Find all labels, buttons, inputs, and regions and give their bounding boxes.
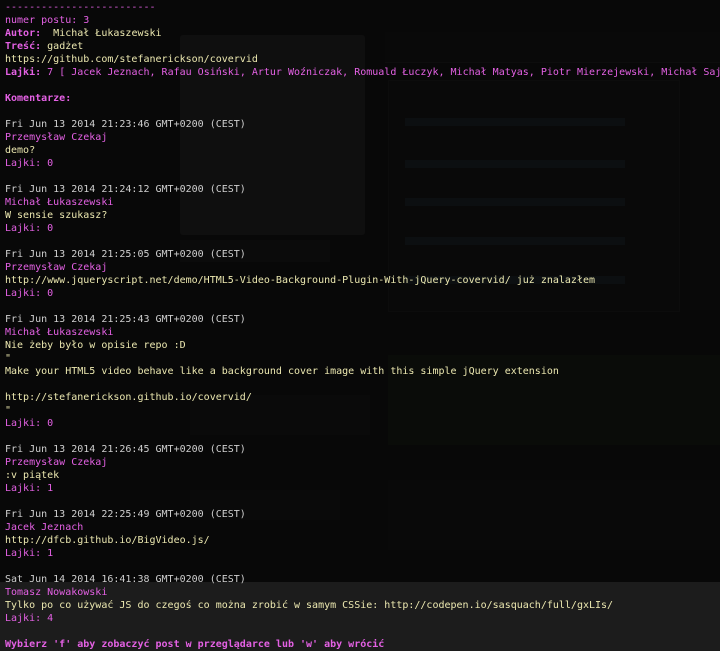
comment-date: Fri Jun 13 2014 21:26:45 GMT+0200 (CEST): [5, 444, 246, 455]
post-content-row: Treść: gadżet: [5, 40, 720, 53]
comment-text-line: demo?: [5, 145, 36, 156]
post-number-row: numer postu: 3: [5, 14, 720, 27]
comment-text-line: http://www.jqueryscript.net/demo/HTML5-V…: [5, 275, 596, 286]
post-number-label: numer postu:: [5, 15, 78, 26]
comment-text-line: ": [5, 353, 12, 364]
comment-likes: Lajki: 0: [5, 288, 54, 299]
comment-item: Sat Jun 14 2014 16:41:38 GMT+0200 (CEST)…: [5, 573, 720, 625]
post-content-value: gadżet: [47, 41, 84, 52]
comment-author: Przemysław Czekaj: [5, 132, 108, 143]
comment-author: Michał Łukaszewski: [5, 327, 114, 338]
comment-date: Fri Jun 13 2014 21:23:46 GMT+0200 (CEST): [5, 119, 246, 130]
comment-date: Fri Jun 13 2014 21:25:05 GMT+0200 (CEST): [5, 249, 246, 260]
comment-text-line: http://dfcb.github.io/BigVideo.js/: [5, 535, 210, 546]
comment-author: Tomasz Nowakowski: [5, 587, 108, 598]
comment-likes: Lajki: 1: [5, 483, 54, 494]
comments-heading: Komentarze:: [5, 93, 72, 104]
post-url: https://github.com/stefanerickson/coverv…: [5, 54, 258, 65]
comments-list: Fri Jun 13 2014 21:23:46 GMT+0200 (CEST)…: [5, 118, 720, 625]
comment-text-line: Nie żeby było w opisie repo :D: [5, 340, 186, 351]
comment-date: Fri Jun 13 2014 21:25:43 GMT+0200 (CEST): [5, 314, 246, 325]
footer-prompt: Wybierz 'f' aby zobaczyć post w przegląd…: [5, 639, 385, 650]
comment-text-line: Tylko po co używać JS do czegoś co można…: [5, 600, 614, 611]
comment-likes: Lajki: 4: [5, 613, 54, 624]
comment-likes: Lajki: 0: [5, 158, 54, 169]
post-likes-value: 7 [ Jacek Jeznach, Rafau Osiński, Artur …: [47, 67, 720, 78]
comment-date: Fri Jun 13 2014 22:25:49 GMT+0200 (CEST): [5, 509, 246, 520]
comment-likes: Lajki: 0: [5, 418, 54, 429]
comment-likes: Lajki: 0: [5, 223, 54, 234]
separator-line: -------------------------: [5, 2, 156, 13]
post-author-label: Autor:: [5, 28, 42, 39]
comment-item: Fri Jun 13 2014 21:24:12 GMT+0200 (CEST)…: [5, 183, 720, 235]
post-number-value: 3: [83, 15, 90, 26]
comment-item: Fri Jun 13 2014 21:26:45 GMT+0200 (CEST)…: [5, 443, 720, 495]
comment-text-line: ": [5, 405, 12, 416]
comment-text-line: [5, 378, 720, 391]
post-author-value: Michał Łukaszewski: [53, 28, 162, 39]
comment-text-line: Make your HTML5 video behave like a back…: [5, 366, 559, 377]
comment-author: Przemysław Czekaj: [5, 262, 108, 273]
comment-text-line: http://stefanerickson.github.io/covervid…: [5, 392, 252, 403]
post-likes-row: Lajki: 7 [ Jacek Jeznach, Rafau Osiński,…: [5, 66, 720, 79]
comment-date: Fri Jun 13 2014 21:24:12 GMT+0200 (CEST): [5, 184, 246, 195]
comment-date: Sat Jun 14 2014 16:41:38 GMT+0200 (CEST): [5, 574, 246, 585]
comment-item: Fri Jun 13 2014 21:23:46 GMT+0200 (CEST)…: [5, 118, 720, 170]
terminal-window[interactable]: ------------------------- numer postu: 3…: [0, 0, 720, 650]
comment-text-line: :v piątek: [5, 470, 60, 481]
comment-likes: Lajki: 1: [5, 548, 54, 559]
comment-item: Fri Jun 13 2014 21:25:43 GMT+0200 (CEST)…: [5, 313, 720, 430]
comment-item: Fri Jun 13 2014 21:25:05 GMT+0200 (CEST)…: [5, 248, 720, 300]
comment-author: Michał Łukaszewski: [5, 197, 114, 208]
post-likes-label: Lajki:: [5, 67, 42, 78]
comment-author: Jacek Jeznach: [5, 522, 84, 533]
comment-item: Fri Jun 13 2014 22:25:49 GMT+0200 (CEST)…: [5, 508, 720, 560]
comment-text-line: W sensie szukasz?: [5, 210, 108, 221]
post-author-row: Autor: Michał Łukaszewski: [5, 27, 720, 40]
comment-author: Przemysław Czekaj: [5, 457, 108, 468]
post-content-label: Treść:: [5, 41, 42, 52]
